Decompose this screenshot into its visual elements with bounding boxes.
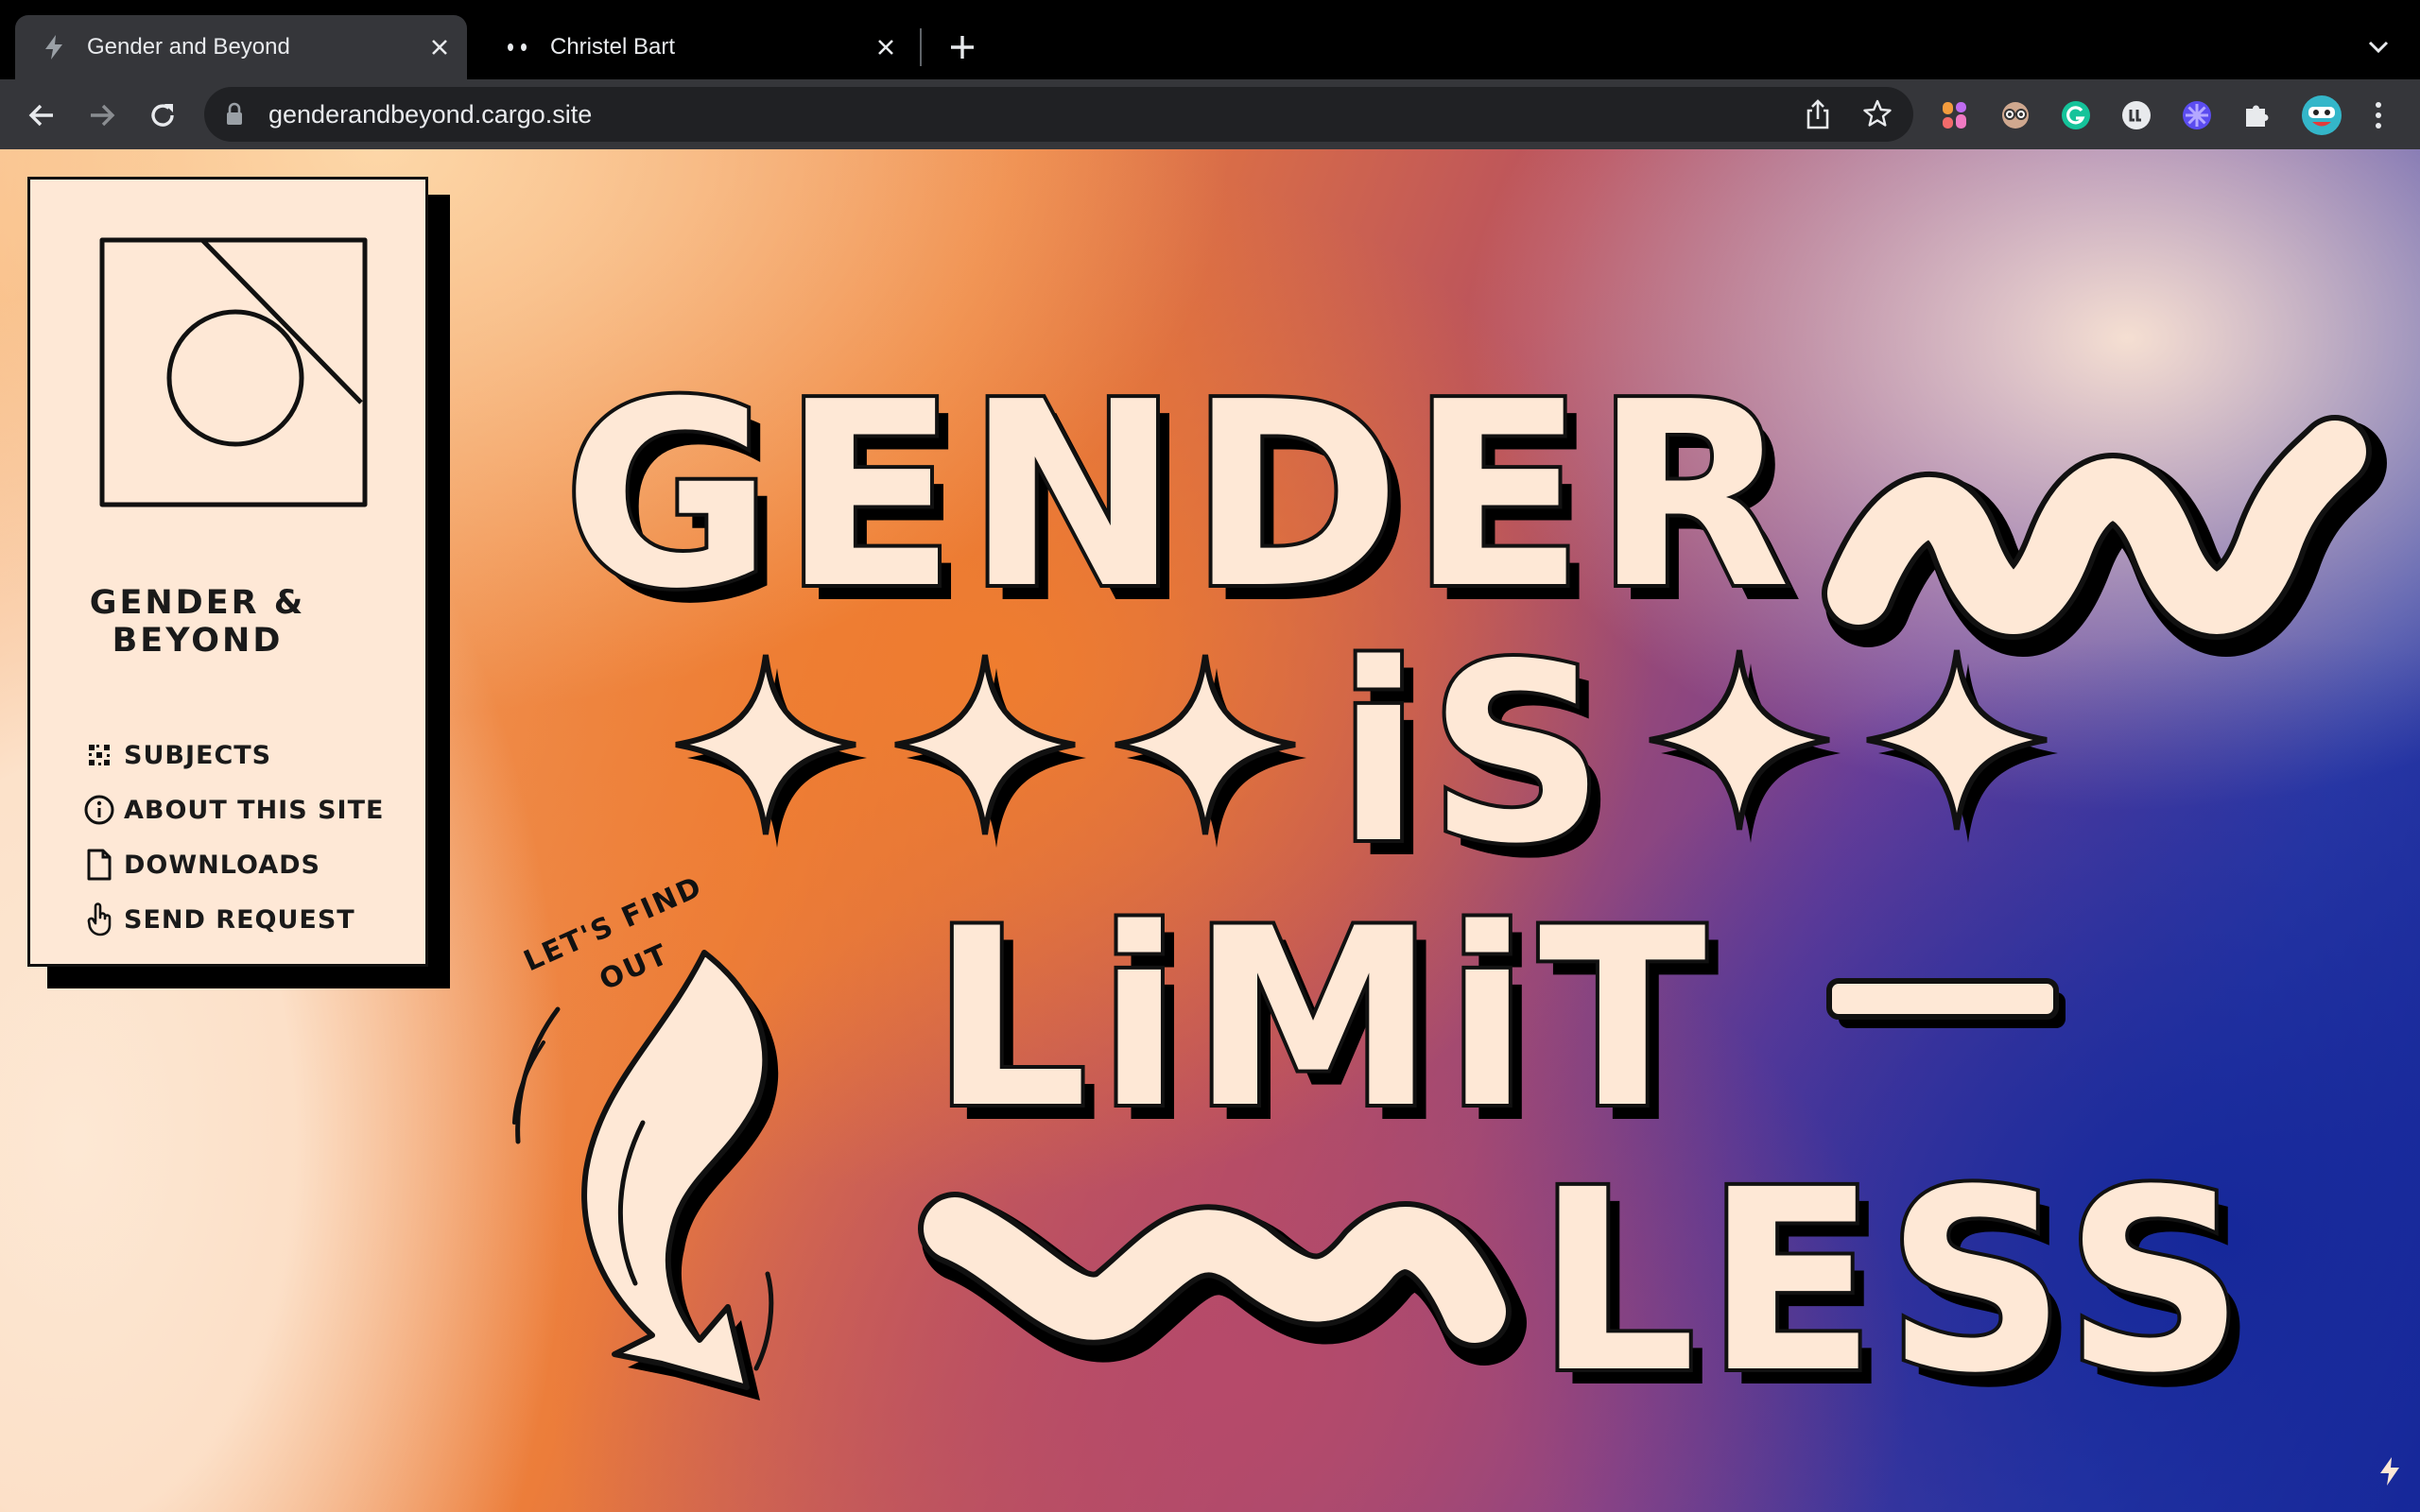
menu-label: DOWNLOADS [124, 850, 320, 880]
hand-icon [82, 902, 116, 936]
chevron-down-icon[interactable] [2360, 28, 2397, 66]
puzzle-extensions-icon[interactable] [2240, 98, 2274, 132]
menu-label: SUBJECTS [124, 740, 272, 770]
face-extension-icon[interactable] [1998, 98, 2032, 132]
arrow-caption-line2: OUT [595, 937, 674, 997]
loom-extension-icon[interactable] [2119, 98, 2153, 132]
lock-icon[interactable] [225, 102, 244, 131]
eyes-icon [503, 33, 531, 61]
close-tab-icon[interactable] [870, 31, 902, 63]
lets-find-out-arrow: LET'S FIND OUT [512, 870, 779, 1400]
sidebar: GENDER & BEYOND SUBJECTS ABOUT THIS SITE [27, 177, 428, 967]
site-title[interactable]: GENDER & BEYOND [79, 584, 316, 660]
top-squiggle [1822, 415, 2387, 657]
address-bar[interactable]: genderandbeyond.cargo.site [204, 87, 1913, 142]
bolt-icon [40, 33, 68, 61]
cargo-bolt-icon[interactable] [2378, 1456, 2401, 1491]
file-icon [82, 848, 116, 882]
asterisk-extension-icon[interactable] [2180, 98, 2214, 132]
hero-line-less: LESS [1536, 1137, 2255, 1428]
menu-item-send-request[interactable]: SEND REQUEST [82, 892, 384, 947]
tab-title: Gender and Beyond [87, 34, 290, 60]
tab-gender-and-beyond[interactable]: Gender and Beyond [15, 15, 467, 79]
menu-label: ABOUT THIS SITE [124, 795, 385, 825]
site-title-line2: BEYOND [112, 622, 284, 660]
back-icon[interactable] [23, 96, 60, 134]
share-icon[interactable] [1804, 98, 1832, 135]
menu-item-about[interactable]: ABOUT THIS SITE [82, 782, 384, 837]
site-title-line1: GENDER & [89, 584, 306, 622]
tab-strip: Gender and Beyond Christel Bart [0, 0, 2420, 79]
hero-line-is: iS [1337, 612, 1613, 898]
bookmark-star-icon[interactable] [1862, 98, 1893, 133]
tasks-extension-icon[interactable] [1938, 98, 1972, 132]
tab-title: Christel Bart [550, 34, 676, 60]
dots-icon [82, 738, 116, 772]
profile-avatar-icon[interactable] [2301, 94, 2342, 136]
page-content: GENDER GENDER iS iS LiMiT LiMiT LESS LES… [0, 149, 2420, 1512]
menu-kebab-icon[interactable] [2361, 98, 2395, 132]
bottom-squiggle [918, 1192, 1527, 1366]
menu-item-subjects[interactable]: SUBJECTS [82, 728, 384, 782]
tab-separator [920, 28, 922, 66]
url-text: genderandbeyond.cargo.site [268, 100, 593, 129]
menu-label: SEND REQUEST [124, 904, 355, 935]
sidebar-menu: SUBJECTS ABOUT THIS SITE DOWNLOADS SEND … [82, 728, 384, 947]
grammarly-icon[interactable] [2059, 98, 2093, 132]
reload-icon[interactable] [144, 96, 182, 134]
forward-icon[interactable] [83, 96, 121, 134]
hero-line-gender: GENDER [563, 347, 1801, 644]
close-tab-icon[interactable] [424, 31, 456, 63]
hero-line-limit: LiMiT [931, 877, 1716, 1162]
site-logo[interactable] [98, 236, 369, 515]
info-icon [82, 793, 116, 827]
dash-mark [1826, 978, 2066, 1028]
browser-toolbar: genderandbeyond.cargo.site [0, 79, 2420, 149]
menu-item-downloads[interactable]: DOWNLOADS [82, 837, 384, 892]
new-tab-icon[interactable] [943, 28, 981, 66]
tab-christel-bart[interactable]: Christel Bart [478, 15, 913, 79]
